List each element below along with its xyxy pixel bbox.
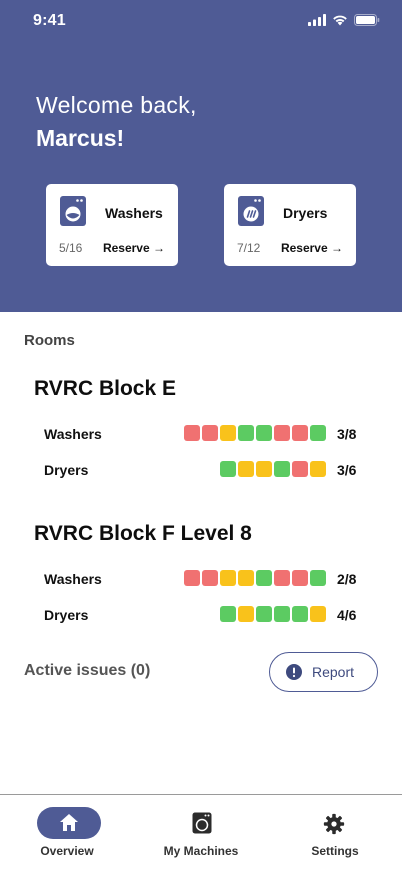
gear-icon bbox=[323, 813, 345, 835]
status-time: 9:41 bbox=[33, 12, 66, 29]
machine-status-green bbox=[220, 461, 236, 477]
room-title[interactable]: RVRC Block F Level 8 bbox=[34, 522, 252, 546]
machine-status-green bbox=[220, 606, 236, 622]
battery-icon bbox=[354, 14, 380, 26]
machine-status-red bbox=[274, 425, 290, 441]
machine-status-green bbox=[274, 606, 290, 622]
dryers-available-count: 3/6 bbox=[337, 462, 357, 478]
washer-icon bbox=[192, 812, 212, 834]
nav-item-my-machines[interactable]: My Machines bbox=[134, 795, 268, 874]
reserve-dryer-link[interactable]: Reserve → bbox=[281, 241, 343, 255]
nav-label: Overview bbox=[40, 844, 94, 858]
machine-status-green bbox=[256, 570, 272, 586]
status-bar: 9:41 bbox=[0, 0, 402, 44]
washer-status-indicators bbox=[184, 425, 326, 441]
home-icon bbox=[60, 814, 78, 831]
machine-status-red bbox=[292, 570, 308, 586]
machine-status-yellow bbox=[238, 461, 254, 477]
nav-item-overview[interactable]: Overview bbox=[0, 795, 134, 874]
machine-status-red bbox=[292, 461, 308, 477]
washer-icon bbox=[60, 196, 86, 226]
machine-status-green bbox=[238, 425, 254, 441]
machine-status-yellow bbox=[238, 606, 254, 622]
header-banner: 9:41 Welcome back, Marcus! Washers 5/16 … bbox=[0, 0, 402, 312]
washer-status-indicators bbox=[184, 570, 326, 586]
machine-status-yellow bbox=[310, 461, 326, 477]
welcome-block: Welcome back, Marcus! bbox=[36, 92, 197, 152]
nav-item-settings[interactable]: Settings bbox=[268, 795, 402, 874]
machine-status-red bbox=[202, 425, 218, 441]
machine-status-red bbox=[274, 570, 290, 586]
dryers-row-label: Dryers bbox=[44, 607, 89, 623]
machine-status-green bbox=[256, 606, 272, 622]
availability-count: 5/16 bbox=[59, 241, 83, 255]
washers-summary-card[interactable]: Washers 5/16 Reserve → bbox=[46, 184, 178, 266]
reserve-washer-link[interactable]: Reserve → bbox=[103, 241, 165, 255]
nav-label: Settings bbox=[311, 844, 359, 858]
card-title: Dryers bbox=[283, 205, 328, 221]
machine-status-yellow bbox=[310, 606, 326, 622]
dryer-status-indicators bbox=[220, 461, 326, 477]
status-icons bbox=[308, 14, 380, 26]
bottom-nav: Overview My Machines Settings bbox=[0, 794, 402, 874]
nav-label: My Machines bbox=[163, 844, 239, 858]
machine-status-red bbox=[292, 425, 308, 441]
card-title: Washers bbox=[105, 205, 163, 221]
signal-icon bbox=[308, 14, 326, 26]
machine-status-yellow bbox=[238, 570, 254, 586]
machine-status-yellow bbox=[256, 461, 272, 477]
machine-status-red bbox=[184, 570, 200, 586]
dryers-available-count: 4/6 bbox=[337, 607, 357, 623]
availability-count: 7/12 bbox=[237, 241, 261, 255]
machine-status-green bbox=[256, 425, 272, 441]
dryers-row-label: Dryers bbox=[44, 462, 89, 478]
machine-status-green bbox=[310, 570, 326, 586]
welcome-greeting: Welcome back, bbox=[36, 92, 197, 118]
dryer-icon bbox=[238, 196, 264, 226]
rooms-section-label: Rooms bbox=[24, 332, 75, 349]
report-button-label: Report bbox=[312, 664, 355, 680]
room-title[interactable]: RVRC Block E bbox=[34, 377, 176, 401]
washers-row-label: Washers bbox=[44, 426, 102, 442]
welcome-username: Marcus! bbox=[36, 125, 125, 151]
dryers-summary-card[interactable]: Dryers 7/12 Reserve → bbox=[224, 184, 356, 266]
report-button[interactable]: Report bbox=[269, 652, 378, 692]
machine-status-red bbox=[184, 425, 200, 441]
active-issues-label: Active issues (0) bbox=[24, 662, 151, 679]
washers-available-count: 3/8 bbox=[337, 426, 357, 442]
machine-status-green bbox=[310, 425, 326, 441]
washers-row-label: Washers bbox=[44, 571, 102, 587]
machine-status-red bbox=[202, 570, 218, 586]
machine-status-green bbox=[292, 606, 308, 622]
machine-status-green bbox=[274, 461, 290, 477]
alert-icon bbox=[286, 664, 302, 680]
machine-status-yellow bbox=[220, 570, 236, 586]
wifi-icon bbox=[333, 15, 347, 26]
washers-available-count: 2/8 bbox=[337, 571, 357, 587]
dryer-status-indicators bbox=[220, 606, 326, 622]
machine-status-yellow bbox=[220, 425, 236, 441]
